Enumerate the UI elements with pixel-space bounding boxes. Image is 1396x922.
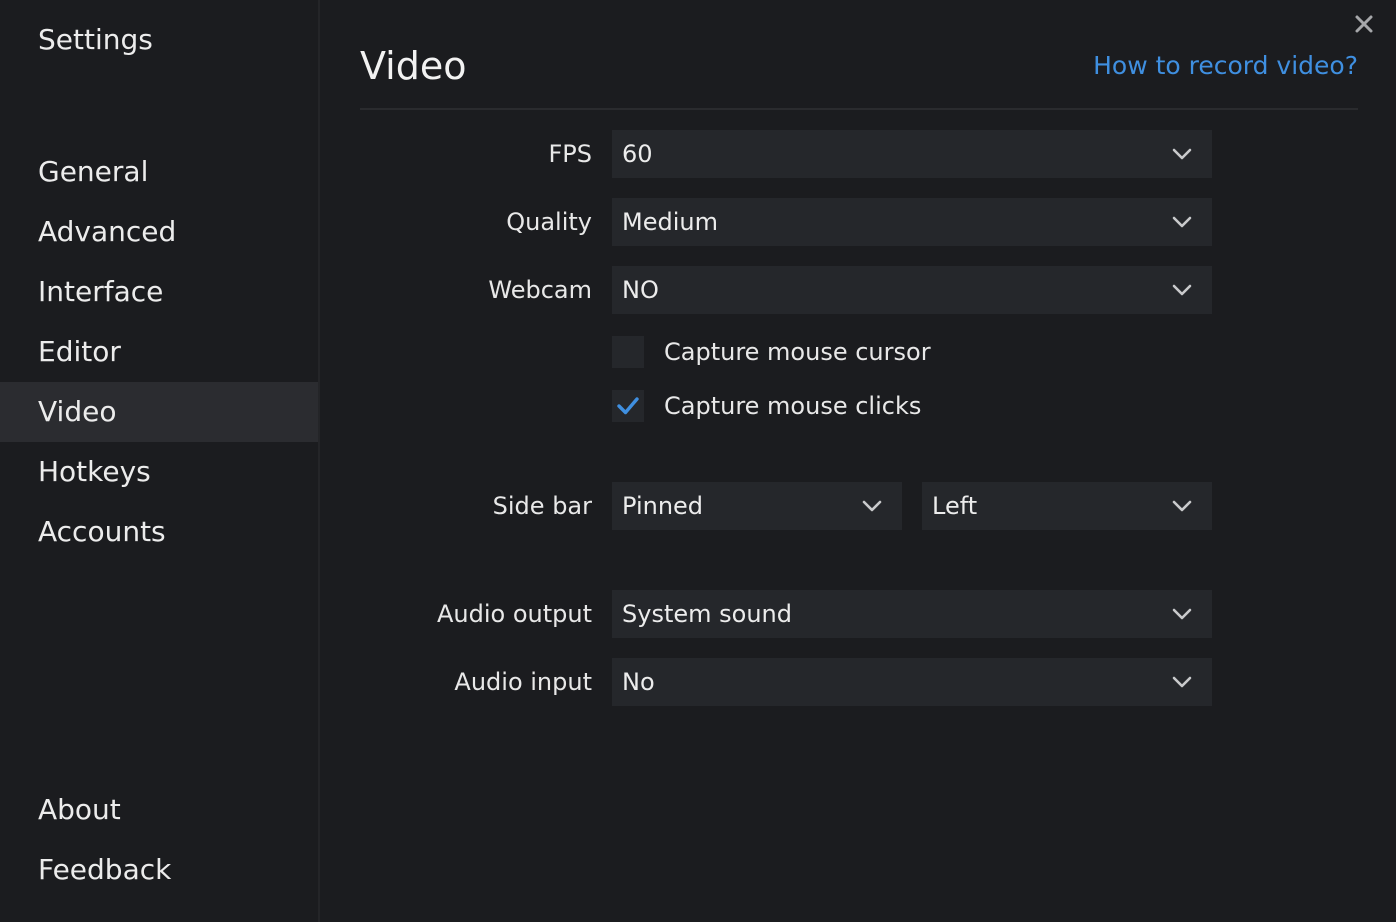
settings-window: Settings General Advanced Interface Edit…: [0, 0, 1396, 922]
sidebar-item-accounts[interactable]: Accounts: [0, 502, 318, 562]
sidebar-item-editor[interactable]: Editor: [0, 322, 318, 382]
chevron-down-icon: [1172, 216, 1192, 228]
sidebar-mode-value: Pinned: [622, 492, 704, 520]
chevron-down-icon: [1172, 500, 1192, 512]
sidebar-mode-label: Side bar: [492, 492, 592, 520]
quality-value: Medium: [622, 208, 718, 236]
audio-input-label: Audio input: [454, 668, 592, 696]
audio-input-value: No: [622, 668, 655, 696]
quality-select[interactable]: Medium: [612, 198, 1212, 246]
chevron-down-icon: [1172, 676, 1192, 688]
chevron-down-icon: [862, 500, 882, 512]
webcam-select[interactable]: NO: [612, 266, 1212, 314]
sidebar-item-video[interactable]: Video: [0, 382, 318, 442]
fps-value: 60: [622, 140, 653, 168]
webcam-value: NO: [622, 276, 659, 304]
sidebar-position-value: Left: [932, 492, 978, 520]
help-link[interactable]: How to record video?: [1093, 50, 1358, 82]
audio-output-value: System sound: [622, 600, 792, 628]
capture-clicks-label: Capture mouse clicks: [664, 392, 922, 420]
quality-label: Quality: [506, 208, 592, 236]
audio-output-label: Audio output: [436, 600, 592, 628]
check-icon: [617, 397, 639, 415]
capture-clicks-option[interactable]: Capture mouse clicks: [612, 390, 972, 422]
sidebar-position-select[interactable]: Left: [922, 482, 1212, 530]
capture-cursor-option[interactable]: Capture mouse cursor: [612, 336, 972, 368]
sidebar-nav: General Advanced Interface Editor Video …: [0, 142, 318, 562]
sidebar-item-advanced[interactable]: Advanced: [0, 202, 318, 262]
audio-output-select[interactable]: System sound: [612, 590, 1212, 638]
sidebar-item-about[interactable]: About: [0, 780, 318, 840]
chevron-down-icon: [1172, 608, 1192, 620]
webcam-label: Webcam: [488, 276, 592, 304]
chevron-down-icon: [1172, 148, 1192, 160]
sidebar-title: Settings: [38, 23, 153, 56]
capture-cursor-checkbox[interactable]: [612, 336, 644, 368]
chevron-down-icon: [1172, 284, 1192, 296]
sidebar-bottom-nav: About Feedback: [0, 780, 318, 900]
sidebar-mode-select[interactable]: Pinned: [612, 482, 902, 530]
sidebar-item-feedback[interactable]: Feedback: [0, 840, 318, 900]
sidebar: Settings General Advanced Interface Edit…: [0, 0, 320, 922]
fps-label: FPS: [548, 140, 592, 168]
sidebar-item-interface[interactable]: Interface: [0, 262, 318, 322]
main-panel: Video How to record video? FPS 60 Qualit…: [360, 0, 1358, 922]
sidebar-item-hotkeys[interactable]: Hotkeys: [0, 442, 318, 502]
capture-cursor-label: Capture mouse cursor: [664, 338, 931, 366]
capture-clicks-checkbox[interactable]: [612, 390, 644, 422]
sidebar-item-general[interactable]: General: [0, 142, 318, 202]
audio-input-select[interactable]: No: [612, 658, 1212, 706]
fps-select[interactable]: 60: [612, 130, 1212, 178]
page-title: Video: [360, 44, 467, 88]
page-header: Video How to record video?: [360, 40, 1358, 110]
